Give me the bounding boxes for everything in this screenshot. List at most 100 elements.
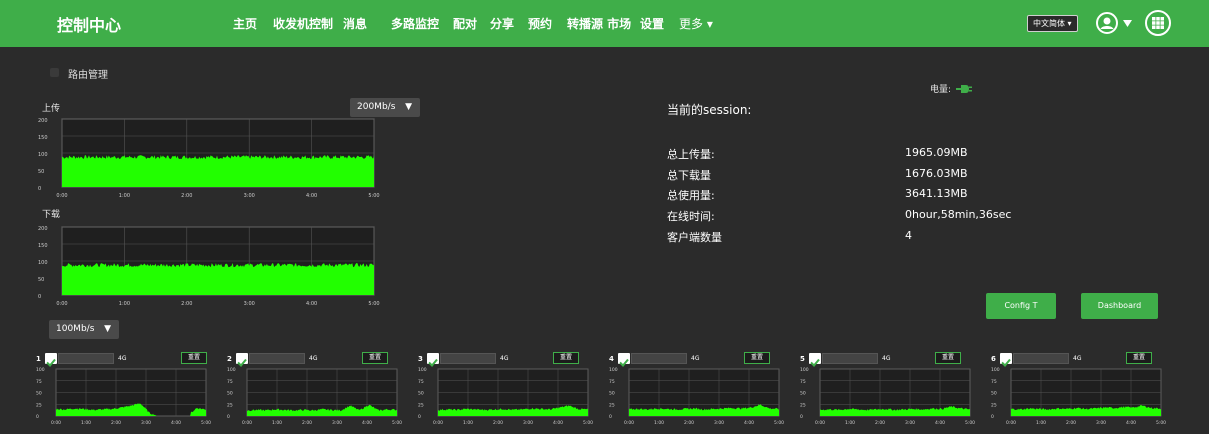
download-x-tick: 2:00 [181, 301, 192, 307]
chevron-down-icon [1123, 19, 1132, 27]
channel-reset-button[interactable]: 重置 [553, 352, 579, 364]
upload-x-tick: 4:00 [306, 193, 317, 199]
channel-y-tick: 25 [991, 402, 997, 408]
nav-settings[interactable]: 设置 [640, 15, 664, 32]
channel-checkbox[interactable] [809, 353, 821, 367]
channel-y-tick: 0 [36, 414, 39, 420]
channel-x-tick: 1:00 [81, 420, 91, 426]
download-label: 下载 [42, 210, 61, 220]
channel-chart: 0 25 50 75 100 0:00 1:00 2:00 3:00 4:00 5:00 [36, 367, 211, 426]
download-chart: 0 50 100 150 200 0:00 1:00 2:00 3:00 4:00 5:00 [38, 226, 380, 307]
lower-speed-value: 100Mb/s [56, 324, 95, 334]
stat-label-download: 总下载量 [667, 169, 711, 182]
nav-pairing[interactable]: 配对 [453, 15, 477, 32]
user-menu[interactable] [1096, 11, 1132, 35]
channel-header: 4 4G 重置 [609, 352, 787, 367]
channel-reset-button[interactable]: 重置 [744, 352, 770, 364]
channel-y-tick: 25 [418, 402, 424, 408]
channel-y-tick: 75 [418, 379, 424, 385]
channel-band-label: 4G [500, 355, 509, 362]
panel-collapse-toggle[interactable] [50, 68, 59, 77]
lower-speed-select[interactable]: 100Mb/s ▼ [49, 320, 119, 339]
download-y-tick: 50 [38, 277, 44, 283]
channel-checkbox[interactable] [618, 353, 630, 367]
channel-x-tick: 2:00 [875, 420, 885, 426]
download-y-tick: 0 [38, 294, 41, 300]
channel-y-tick: 50 [418, 391, 424, 397]
channel-name-field[interactable] [822, 353, 878, 364]
upload-x-tick: 3:00 [244, 193, 255, 199]
stat-label-online-time: 在线时间: [667, 210, 715, 223]
nav-source-market[interactable]: 转播源 市场 [567, 15, 631, 32]
channel-y-tick: 50 [227, 391, 233, 397]
nav-booking[interactable]: 预约 [528, 15, 552, 32]
channel-reset-button[interactable]: 重置 [362, 352, 388, 364]
channel-checkbox[interactable] [236, 353, 248, 367]
nav-more[interactable]: 更多 ▾ [679, 15, 713, 32]
upload-x-tick: 2:00 [181, 193, 192, 199]
channel-reset-button[interactable]: 重置 [935, 352, 961, 364]
channel-name-field[interactable] [1013, 353, 1069, 364]
channel-band-label: 4G [1073, 355, 1082, 362]
channel-chart: 0 25 50 75 100 0:00 1:00 2:00 3:00 4:00 5:00 [991, 367, 1166, 426]
language-select[interactable]: 中文简体 ▾ [1027, 15, 1078, 32]
nav-share[interactable]: 分享 [490, 15, 514, 32]
download-x-tick: 4:00 [306, 301, 317, 307]
config-button[interactable]: Config T [986, 293, 1056, 319]
channel-x-tick: 2:00 [1066, 420, 1076, 426]
channel-y-tick: 0 [227, 414, 230, 420]
channel-x-tick: 4:00 [935, 420, 945, 426]
download-x-tick: 5:00 [368, 301, 379, 307]
channel-y-tick: 50 [36, 391, 42, 397]
channel-number: 3 [418, 355, 423, 363]
dashboard-button[interactable]: Dashboard [1081, 293, 1158, 319]
upload-label: 上传 [42, 104, 61, 114]
channel-y-tick: 75 [800, 379, 806, 385]
channel-name-field[interactable] [58, 353, 114, 364]
channel-name-field[interactable] [249, 353, 305, 364]
channel-y-tick: 75 [609, 379, 615, 385]
stat-value-clients: 4 [905, 229, 912, 242]
caret-down-icon: ▼ [104, 324, 111, 334]
brand-title[interactable]: 控制中心 [57, 12, 121, 36]
channel-reset-button[interactable]: 重置 [181, 352, 207, 364]
power-status: 电量: [930, 82, 973, 95]
channel-x-tick: 0:00 [624, 420, 634, 426]
nav-home[interactable]: 主页 [233, 15, 257, 32]
channel-checkbox[interactable] [45, 353, 57, 367]
channel-header: 5 4G 重置 [800, 352, 978, 367]
channel-header: 2 4G 重置 [227, 352, 405, 367]
channel-chart: 0 25 50 75 100 0:00 1:00 2:00 3:00 4:00 5:00 [800, 367, 975, 426]
channel-y-tick: 0 [991, 414, 994, 420]
channel-x-tick: 5:00 [965, 420, 975, 426]
channel-y-tick: 25 [36, 402, 42, 408]
nav-multi-monitor[interactable]: 多路监控 [391, 15, 439, 32]
channel-checkbox[interactable] [1000, 353, 1012, 367]
download-y-tick: 200 [38, 226, 48, 232]
channel-x-tick: 1:00 [845, 420, 855, 426]
channel-x-tick: 5:00 [583, 420, 593, 426]
nav-messages[interactable]: 消息 [343, 15, 367, 32]
plug-icon [956, 84, 973, 93]
channel-x-tick: 5:00 [392, 420, 402, 426]
channel-band-label: 4G [118, 355, 127, 362]
stat-value-total: 3641.13MB [905, 187, 968, 200]
channel-y-tick: 0 [609, 414, 612, 420]
channel-checkbox[interactable] [427, 353, 439, 367]
channel-x-tick: 3:00 [905, 420, 915, 426]
channel-name-field[interactable] [631, 353, 687, 364]
channel-x-tick: 0:00 [815, 420, 825, 426]
channel-chart: 0 25 50 75 100 0:00 1:00 2:00 3:00 4:00 5:00 [609, 367, 784, 426]
channel-x-tick: 5:00 [1156, 420, 1166, 426]
channel-x-tick: 3:00 [714, 420, 724, 426]
upload-x-tick: 1:00 [119, 193, 130, 199]
nav-transceiver-control[interactable]: 收发机控制 [273, 15, 333, 32]
caret-down-icon: ▼ [405, 102, 412, 112]
download-series-area [62, 263, 374, 295]
channel-number: 1 [36, 355, 41, 363]
channel-reset-button[interactable]: 重置 [1126, 352, 1152, 364]
channel-name-field[interactable] [440, 353, 496, 364]
channel-x-tick: 1:00 [463, 420, 473, 426]
grid-menu-icon[interactable] [1145, 10, 1171, 36]
upload-speed-value: 200Mb/s [357, 102, 396, 112]
